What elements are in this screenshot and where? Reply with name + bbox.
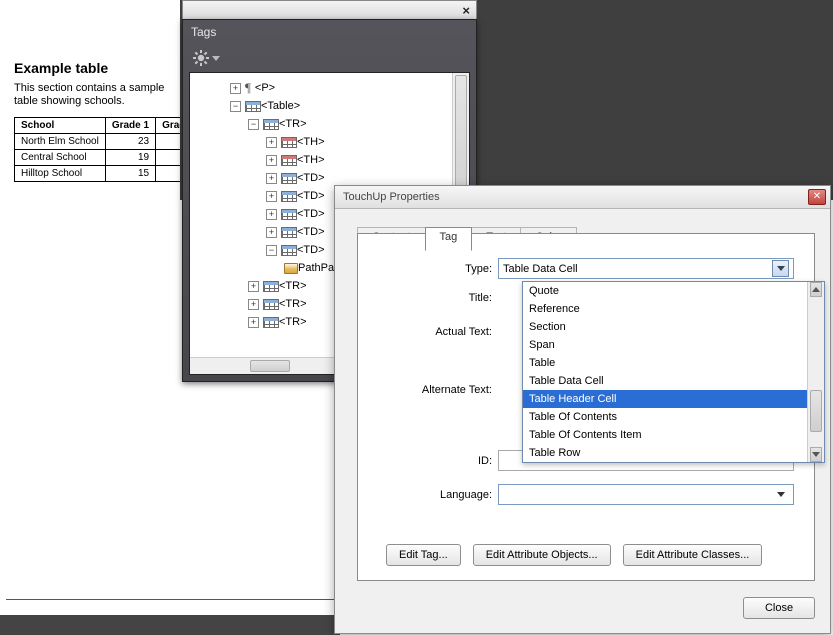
app-statusbar (0, 615, 340, 635)
expand-icon[interactable]: + (266, 191, 277, 202)
table-icon (281, 209, 297, 220)
gear-icon (193, 50, 209, 66)
title-label: Title: (358, 292, 498, 304)
type-option[interactable]: Table Of Contents (523, 408, 824, 426)
tree-node-table[interactable]: −<Table> (190, 97, 469, 115)
scrollbar-thumb[interactable] (810, 390, 822, 432)
dialog-titlebar[interactable]: TouchUp Properties ✕ (335, 186, 830, 209)
expand-icon[interactable]: + (248, 281, 259, 292)
close-icon[interactable]: ✕ (808, 189, 826, 205)
expand-icon[interactable]: + (266, 137, 277, 148)
type-option[interactable]: Reference (523, 300, 824, 318)
table-header-icon (281, 155, 297, 166)
expand-icon[interactable]: + (266, 227, 277, 238)
tree-node-th[interactable]: +<TH> (190, 151, 469, 169)
tags-panel-titlebar[interactable]: × (182, 0, 477, 19)
type-label: Type: (358, 263, 498, 275)
tags-options-menu[interactable] (183, 46, 476, 70)
chevron-down-icon[interactable] (772, 486, 789, 503)
table-icon (263, 317, 279, 328)
scroll-up-icon[interactable] (810, 282, 822, 297)
content-box-icon (284, 263, 298, 274)
close-icon[interactable]: × (462, 3, 470, 18)
expand-icon[interactable]: + (248, 317, 259, 328)
table-icon (281, 245, 297, 256)
type-option[interactable]: Table (523, 354, 824, 372)
scroll-down-icon[interactable] (810, 447, 822, 462)
alternate-text-label: Alternate Text: (358, 384, 498, 396)
col-header: School (15, 118, 106, 134)
collapse-icon[interactable]: − (266, 245, 277, 256)
tree-node-tr[interactable]: −<TR> (190, 115, 469, 133)
language-combobox[interactable] (498, 484, 794, 505)
chevron-down-icon (212, 56, 220, 61)
edit-attribute-objects-button[interactable]: Edit Attribute Objects... (473, 544, 611, 566)
tag-panel: Type: Table Data Cell Title: Actual Text… (357, 233, 815, 581)
table-icon (245, 101, 261, 112)
table-icon (281, 173, 297, 184)
type-dropdown-list[interactable]: Quote Reference Section Span Table Table… (522, 281, 825, 463)
type-option[interactable]: Table Data Cell (523, 372, 824, 390)
chevron-down-icon[interactable] (772, 260, 789, 277)
tab-tag[interactable]: Tag (425, 227, 473, 251)
type-option[interactable]: Section (523, 318, 824, 336)
type-option[interactable]: Table Row (523, 444, 824, 462)
tags-panel-title: Tags (183, 20, 476, 46)
expand-icon[interactable]: + (266, 209, 277, 220)
edit-tag-button[interactable]: Edit Tag... (386, 544, 461, 566)
touchup-properties-dialog: TouchUp Properties ✕ Content Tag Text Co… (334, 185, 831, 634)
type-combobox[interactable]: Table Data Cell (498, 258, 794, 279)
type-option[interactable]: Span (523, 336, 824, 354)
language-label: Language: (358, 489, 498, 501)
type-option-selected[interactable]: Table Header Cell (523, 390, 824, 408)
paragraph-icon: ¶ (245, 80, 251, 96)
expand-icon[interactable]: + (248, 299, 259, 310)
dialog-title: TouchUp Properties (343, 191, 440, 203)
expand-icon[interactable]: + (230, 83, 241, 94)
actual-text-label: Actual Text: (358, 326, 498, 338)
table-icon (263, 281, 279, 292)
tree-node-p[interactable]: +¶<P> (190, 79, 469, 97)
id-label: ID: (358, 455, 498, 467)
table-icon (263, 119, 279, 130)
divider (6, 599, 340, 600)
table-icon (281, 191, 297, 202)
doc-body-text: This section contains a sample table sho… (14, 82, 184, 107)
tree-node-th[interactable]: +<TH> (190, 133, 469, 151)
close-button[interactable]: Close (743, 597, 815, 619)
table-icon (281, 227, 297, 238)
table-icon (263, 299, 279, 310)
col-header: Grade 1 (105, 118, 155, 134)
type-option[interactable]: Table Of Contents Item (523, 426, 824, 444)
collapse-icon[interactable]: − (230, 101, 241, 112)
scrollbar-thumb[interactable] (250, 360, 290, 372)
table-header-icon (281, 137, 297, 148)
type-value: Table Data Cell (503, 263, 578, 275)
collapse-icon[interactable]: − (248, 119, 259, 130)
type-option[interactable]: Quote (523, 282, 824, 300)
vertical-scrollbar[interactable] (807, 282, 824, 462)
edit-attribute-classes-button[interactable]: Edit Attribute Classes... (623, 544, 763, 566)
tag-panel-buttons: Edit Tag... Edit Attribute Objects... Ed… (386, 544, 762, 566)
expand-icon[interactable]: + (266, 173, 277, 184)
expand-icon[interactable]: + (266, 155, 277, 166)
